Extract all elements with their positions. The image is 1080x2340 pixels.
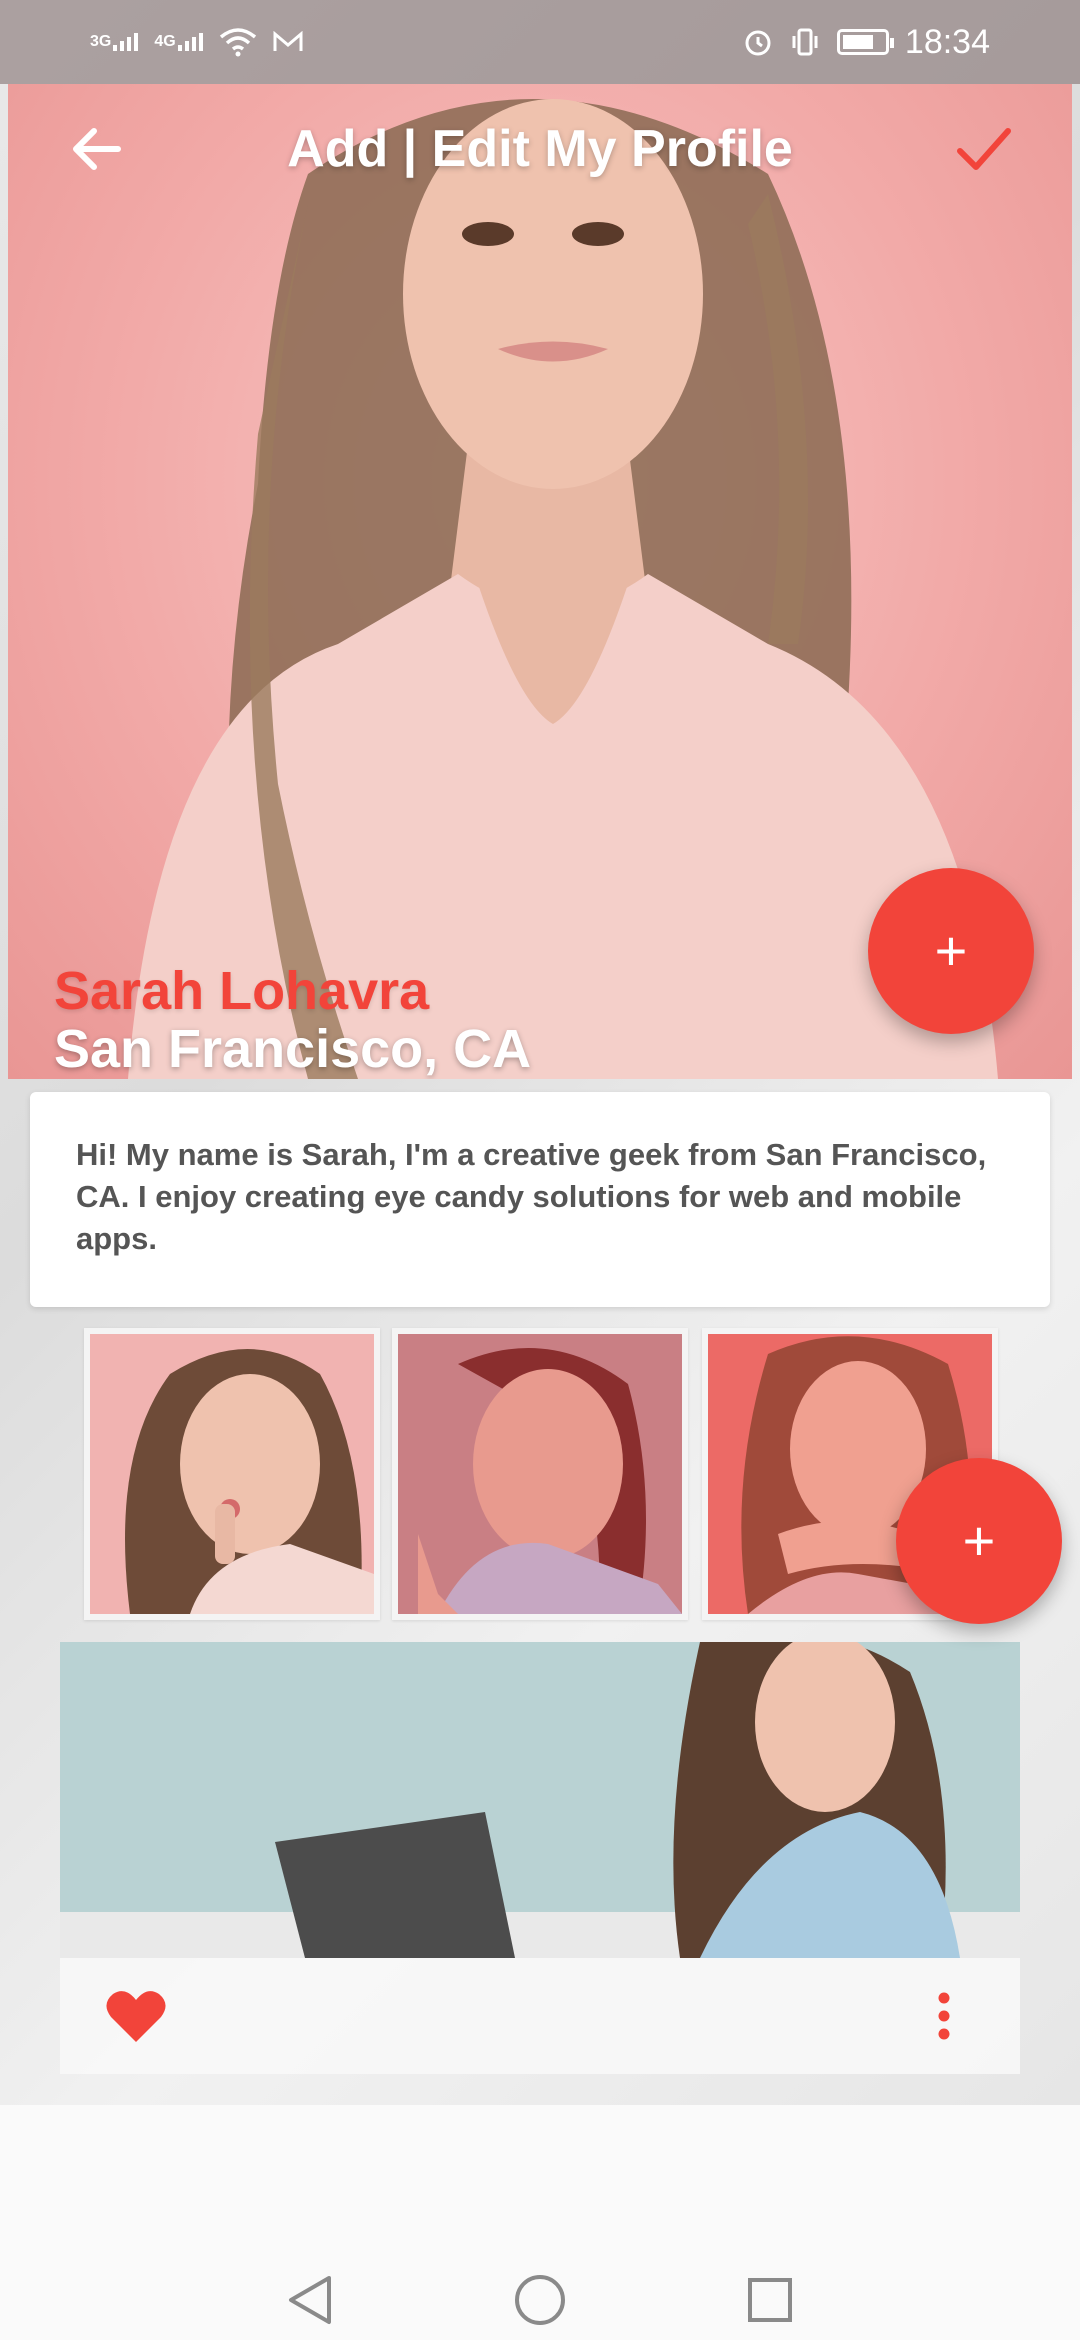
alarm-icon (745, 30, 771, 56)
circle-home-icon (515, 2275, 565, 2325)
more-options-button[interactable] (904, 1976, 984, 2056)
save-button[interactable] (948, 113, 1020, 185)
like-button[interactable] (96, 1976, 176, 2056)
plus-icon: + (962, 1509, 996, 1572)
status-bar: 3G 4G 18:34 (0, 0, 1080, 84)
check-icon (957, 128, 1011, 170)
add-photo-button[interactable]: + (868, 868, 1034, 1034)
gallery-thumbnail-1[interactable] (84, 1328, 380, 1620)
signal-bars-icon (177, 33, 203, 51)
app-bar: Add | Edit My Profile (0, 84, 1080, 214)
system-nav-bar (0, 2105, 1080, 2340)
square-recents-icon (748, 2278, 792, 2322)
network-type-label: 4G (154, 33, 176, 50)
more-vertical-icon (938, 1992, 950, 2040)
post-card (60, 1642, 1020, 2074)
network-indicator-1: 3G (90, 33, 139, 51)
page-title: Add | Edit My Profile (287, 120, 793, 178)
signal-bars-icon (113, 33, 139, 51)
gallery-thumbnail-2[interactable] (392, 1328, 688, 1620)
clock: 18:34 (904, 22, 990, 61)
arrow-left-icon (73, 128, 121, 170)
mail-icon (273, 31, 303, 51)
network-indicator-2: 4G (154, 33, 203, 51)
nav-home-button[interactable] (505, 2265, 575, 2335)
battery-icon (836, 29, 894, 55)
back-button[interactable] (60, 113, 132, 185)
profile-location: San Francisco, CA (54, 1019, 532, 1079)
plus-icon: + (934, 919, 968, 982)
nav-back-button[interactable] (275, 2265, 345, 2335)
post-actions-bar (60, 1958, 1020, 2074)
post-image (60, 1642, 1020, 1958)
post-photo (60, 1642, 1020, 1958)
network-type-label: 3G (90, 33, 112, 50)
bio-card: Hi! My name is Sarah, I'm a creative gee… (30, 1092, 1050, 1307)
triangle-back-icon (289, 2276, 331, 2324)
bio-text: Hi! My name is Sarah, I'm a creative gee… (76, 1137, 987, 1256)
nav-recents-button[interactable] (735, 2265, 805, 2335)
vibrate-icon (792, 28, 818, 56)
gallery-photo (418, 1348, 682, 1614)
add-gallery-photo-button[interactable]: + (896, 1458, 1062, 1624)
heart-icon (106, 1991, 166, 2042)
gallery-photo (125, 1349, 374, 1614)
profile-name: Sarah Lohavra (54, 961, 430, 1021)
wifi-icon (219, 28, 256, 57)
